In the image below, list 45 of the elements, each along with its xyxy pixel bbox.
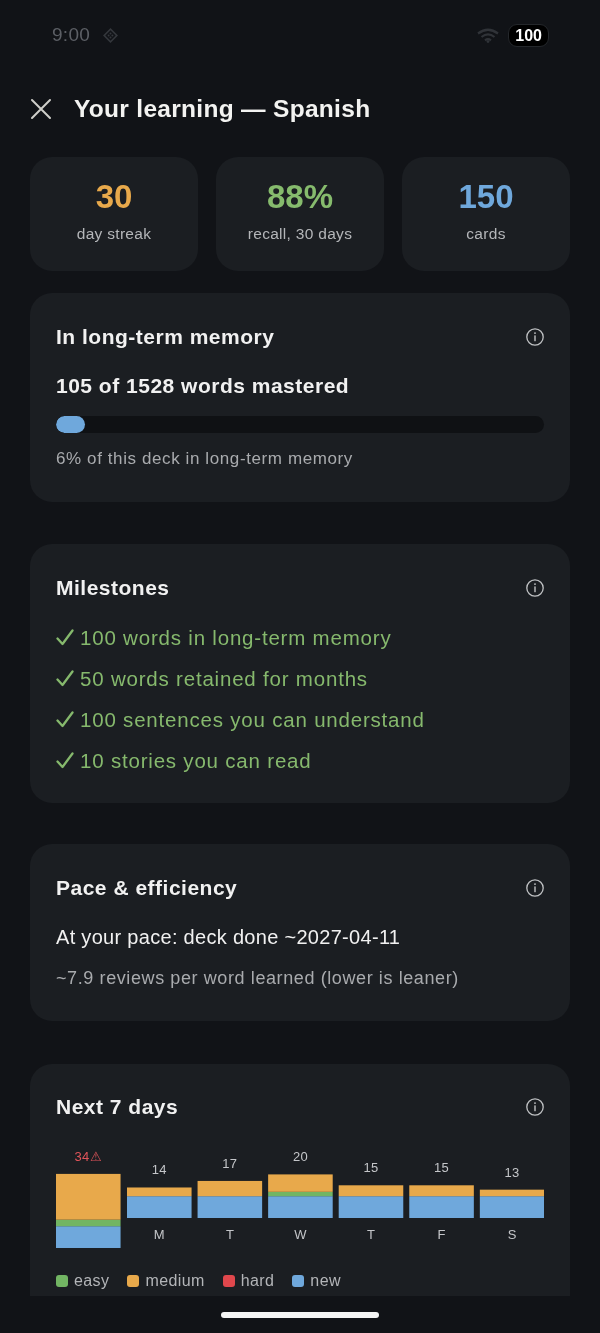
pace-estimate: At your pace: deck done ~2027-04-11 [56,925,402,949]
page-title: Your learning — Spanish [74,95,371,123]
close-icon[interactable] [30,98,52,120]
total-label: 17 [221,1155,237,1171]
total-label: 14 [151,1162,167,1178]
total-label: 34⚠ [74,1148,102,1164]
stat-value: 150 [458,179,514,215]
day-label: F [437,1227,446,1243]
day-label: T [225,1227,234,1243]
card-title: Milestones [56,576,170,600]
info-icon[interactable] [526,328,544,346]
day-label: W [293,1227,307,1243]
legend-label: hard [240,1272,275,1290]
card-title: In long-term memory [56,325,275,349]
milestone-text: 100 words in long-term memory [80,625,392,650]
milestone-text: 50 words retained for months [80,666,368,691]
info-icon[interactable] [526,1098,544,1116]
milestone-text: 100 sentences you can understand [80,707,425,732]
stat-label: day streak [76,224,152,244]
info-icon[interactable] [526,579,544,597]
total-label: 15 [363,1160,379,1176]
day-label: M [153,1227,165,1243]
progress-caption: 6% of this deck in long-term memory [56,448,354,470]
stat-label: cards [466,224,506,244]
stat-value: 30 [95,179,133,215]
efficiency-note: ~7.9 reviews per word learned (lower is leaner) [56,967,460,989]
day-label: T [366,1227,375,1243]
wifi-icon [477,27,500,43]
battery-indicator: 100 [508,23,549,47]
total-label: 15 [433,1160,449,1176]
stat-value: 88% [266,179,334,215]
milestone-text: 10 stories you can read [80,748,312,773]
total-label: 13 [504,1164,520,1180]
legend-label: new [310,1272,341,1290]
card-title: Next 7 days [56,1095,179,1119]
day-label: S [507,1227,516,1243]
total-label: 20 [292,1149,308,1165]
diamond-icon [103,27,119,43]
legend-label: easy [74,1272,110,1290]
info-icon[interactable] [526,879,544,897]
card-title: Pace & efficiency [56,876,238,900]
mastered-count: 105 of 1528 words mastered [56,374,351,398]
status-time: 9:00 [52,24,91,46]
stat-label: recall, 30 days [247,224,353,244]
legend-label: medium [145,1272,205,1290]
